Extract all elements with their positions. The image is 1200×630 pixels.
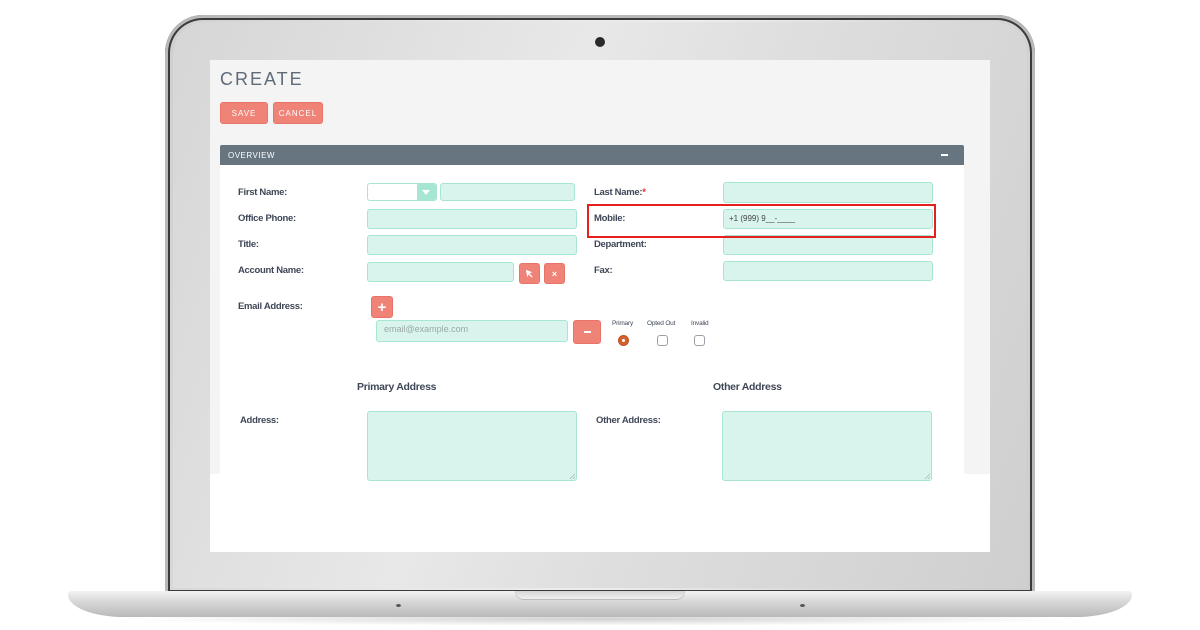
last-name-label: Last Name:* bbox=[594, 187, 646, 198]
save-button[interactable]: SAVE bbox=[220, 102, 268, 124]
fax-label: Fax: bbox=[594, 265, 613, 276]
overview-panel-body: First Name: Office Phone: Title: Account… bbox=[220, 165, 964, 481]
title-input[interactable] bbox=[367, 235, 577, 255]
email-input[interactable]: email@example.com bbox=[376, 320, 568, 342]
fax-input[interactable] bbox=[723, 261, 933, 281]
last-name-label-text: Last Name: bbox=[594, 187, 643, 198]
cancel-button[interactable]: CANCEL bbox=[273, 102, 323, 124]
create-contact-view: CREATE SAVE CANCEL OVERVIEW First Name: … bbox=[210, 60, 990, 481]
close-icon: × bbox=[551, 268, 558, 279]
laptop-foot bbox=[800, 604, 805, 607]
primary-address-heading: Primary Address bbox=[357, 381, 437, 393]
required-marker: * bbox=[642, 187, 646, 198]
invalid-flag-label: Invalid bbox=[691, 320, 709, 327]
minus-icon bbox=[583, 331, 591, 333]
primary-flag-label: Primary bbox=[612, 320, 633, 327]
select-account-button[interactable] bbox=[519, 263, 540, 284]
other-address-heading: Other Address bbox=[713, 381, 782, 393]
opted-out-checkbox[interactable] bbox=[657, 335, 668, 346]
email-address-label: Email Address: bbox=[238, 301, 303, 312]
laptop-screen: CREATE SAVE CANCEL OVERVIEW First Name: … bbox=[210, 60, 990, 552]
address-label: Address: bbox=[240, 415, 279, 426]
laptop-notch bbox=[515, 591, 685, 600]
office-phone-label: Office Phone: bbox=[238, 213, 296, 224]
cursor-arrow-icon bbox=[525, 269, 533, 278]
page-title: CREATE bbox=[220, 69, 304, 89]
plus-icon: + bbox=[377, 298, 387, 316]
primary-email-radio[interactable] bbox=[618, 335, 629, 346]
email-placeholder: email@example.com bbox=[384, 324, 469, 334]
account-name-label: Account Name: bbox=[238, 265, 304, 276]
resize-handle-icon[interactable] bbox=[569, 473, 575, 479]
clear-account-button[interactable]: × bbox=[544, 263, 565, 284]
other-address-textarea[interactable] bbox=[722, 411, 932, 481]
other-address-label: Other Address: bbox=[596, 415, 661, 426]
opted-out-flag-label: Opted Out bbox=[647, 320, 676, 327]
resize-handle-icon[interactable] bbox=[924, 473, 930, 479]
mobile-input[interactable]: +1 (999) 9__-____ bbox=[723, 209, 933, 229]
salutation-select[interactable] bbox=[367, 183, 437, 201]
last-name-input[interactable] bbox=[723, 182, 933, 203]
remove-email-button[interactable] bbox=[573, 320, 601, 344]
mobile-label: Mobile: bbox=[594, 213, 626, 224]
office-phone-input[interactable] bbox=[367, 209, 577, 229]
chevron-down-icon bbox=[417, 184, 436, 200]
title-label: Title: bbox=[238, 239, 259, 250]
account-name-input[interactable] bbox=[367, 262, 514, 282]
minus-icon[interactable] bbox=[941, 154, 948, 156]
panel-title: OVERVIEW bbox=[228, 151, 275, 160]
invalid-checkbox[interactable] bbox=[694, 335, 705, 346]
overview-panel-header[interactable]: OVERVIEW bbox=[220, 145, 964, 165]
add-email-button[interactable]: + bbox=[371, 296, 393, 318]
webcam-icon bbox=[595, 37, 605, 47]
primary-address-textarea[interactable] bbox=[367, 411, 577, 481]
department-input[interactable] bbox=[723, 235, 933, 255]
first-name-input[interactable] bbox=[440, 183, 575, 201]
department-label: Department: bbox=[594, 239, 647, 250]
first-name-label: First Name: bbox=[238, 187, 287, 198]
laptop-foot bbox=[396, 604, 401, 607]
